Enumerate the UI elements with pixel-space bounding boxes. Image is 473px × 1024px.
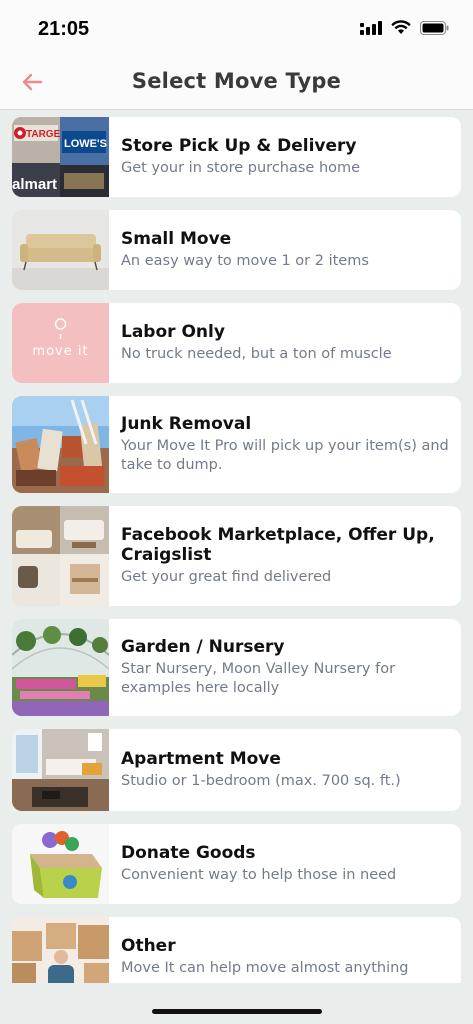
item-subtitle: Star Nursery, Moon Valley Nursery for ex… <box>121 661 396 696</box>
nav-bar: Select Move Type <box>0 58 473 110</box>
item-title: Apartment Move <box>121 749 281 769</box>
move-type-list[interactable]: TARGET LOWE'S almart Store Pick Up & Del… <box>12 111 461 983</box>
item-subtitle: Convenient way to help those in need <box>121 867 397 883</box>
donate-goods-thumbnail <box>12 824 109 904</box>
item-subtitle: No truck needed, but a ton of muscle <box>121 346 392 362</box>
status-time: 21:05 <box>38 18 90 40</box>
item-subtitle: Your Move It Pro will pick up your item(… <box>121 438 449 473</box>
status-bar: 21:05 <box>0 0 473 58</box>
battery-icon <box>420 20 449 39</box>
marketplace-thumbnail <box>12 506 109 606</box>
item-title: Donate Goods <box>121 843 256 863</box>
item-subtitle: Studio or 1-bedroom (max. 700 sq. ft.) <box>121 773 401 789</box>
wifi-icon <box>391 20 411 39</box>
move-type-labor-only[interactable]: move it Labor Only No truck needed, but … <box>12 303 461 383</box>
item-title: Labor Only <box>121 322 225 342</box>
signal-icon <box>360 20 382 39</box>
other-thumbnail <box>12 917 109 983</box>
item-title: Garden / Nursery <box>121 637 285 657</box>
moveit-logo-text: move it <box>32 344 88 359</box>
item-subtitle: Get your great find delivered <box>121 569 332 585</box>
garden-nursery-thumbnail <box>12 619 109 716</box>
move-type-store-pickup[interactable]: TARGET LOWE'S almart Store Pick Up & Del… <box>12 117 461 197</box>
item-title: Store Pick Up & Delivery <box>121 136 357 156</box>
item-title: Small Move <box>121 229 232 249</box>
walmart-logo-text: almart <box>12 176 57 193</box>
home-indicator[interactable] <box>152 1009 322 1014</box>
status-icons <box>360 20 449 39</box>
move-type-garden-nursery[interactable]: Garden / Nursery Star Nursery, Moon Vall… <box>12 619 461 716</box>
small-move-thumbnail <box>12 210 109 290</box>
apartment-move-thumbnail <box>12 729 109 811</box>
junk-removal-thumbnail <box>12 396 109 493</box>
item-title: Junk Removal <box>121 414 252 434</box>
move-type-donate-goods[interactable]: Donate Goods Convenient way to help thos… <box>12 824 461 904</box>
item-subtitle: An easy way to move 1 or 2 items <box>121 253 369 269</box>
bottom-safe-area <box>0 983 473 1024</box>
move-type-apartment-move[interactable]: Apartment Move Studio or 1-bedroom (max.… <box>12 729 461 811</box>
move-type-small-move[interactable]: Small Move An easy way to move 1 or 2 it… <box>12 210 461 290</box>
labor-only-thumbnail: move it <box>12 303 109 383</box>
move-type-facebook-marketplace[interactable]: Facebook Marketplace, Offer Up, Craigsli… <box>12 506 461 606</box>
page-title: Select Move Type <box>131 69 342 93</box>
item-title: Other <box>121 936 176 956</box>
item-title: Facebook Marketplace, Offer Up, Craigsli… <box>121 525 435 565</box>
move-type-junk-removal[interactable]: Junk Removal Your Move It Pro will pick … <box>12 396 461 493</box>
store-pickup-thumbnail: TARGET LOWE'S almart <box>12 117 109 197</box>
item-subtitle: Move It can help move almost anything <box>121 960 409 976</box>
item-subtitle: Get your in store purchase home <box>121 160 361 176</box>
move-type-other[interactable]: Other Move It can help move almost anyth… <box>12 917 461 983</box>
lowes-logo-text: LOWE'S <box>64 138 107 150</box>
